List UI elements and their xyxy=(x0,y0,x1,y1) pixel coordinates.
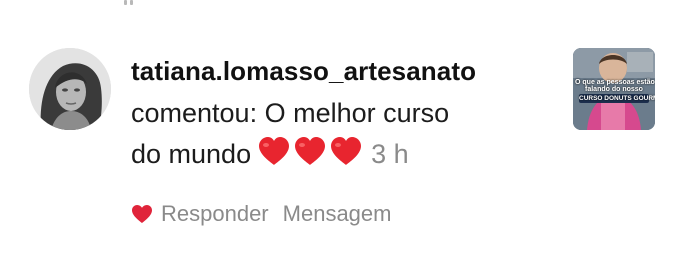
heart-emoji-group xyxy=(257,136,365,178)
notification-actions: Responder Mensagem xyxy=(131,200,391,228)
comment-text: comentou: O melhor curso do mundo 3 h xyxy=(131,93,551,178)
notification-body: tatiana.lomasso_artesanato comentou: O m… xyxy=(131,54,551,178)
comment-line-2: do mundo xyxy=(131,139,252,169)
comment-notification[interactable]: tatiana.lomasso_artesanato comentou: O m… xyxy=(0,40,683,240)
comment-line-1: comentou: O melhor curso xyxy=(131,98,450,128)
reply-button[interactable]: Responder xyxy=(161,200,269,228)
thumbnail-caption-1: O que as pessoas estão xyxy=(575,79,655,86)
heart-icon[interactable] xyxy=(131,204,153,224)
timestamp: 3 h xyxy=(371,139,409,169)
thumbnail-caption-2: falando do nosso xyxy=(585,86,643,93)
message-button[interactable]: Mensagem xyxy=(283,200,392,228)
red-heart-emoji xyxy=(259,137,290,165)
notifications-page: tatiana.lomasso_artesanato comentou: O m… xyxy=(0,0,683,259)
post-thumbnail[interactable]: O que as pessoas estão falando do nosso … xyxy=(573,48,655,130)
thumbnail-caption-3: CURSO DONUTS GOURMET xyxy=(579,94,655,103)
username[interactable]: tatiana.lomasso_artesanato xyxy=(131,54,551,88)
avatar[interactable] xyxy=(29,48,111,130)
red-heart-emoji xyxy=(295,137,326,165)
red-heart-emoji xyxy=(331,137,362,165)
scroll-remnant xyxy=(124,0,136,6)
